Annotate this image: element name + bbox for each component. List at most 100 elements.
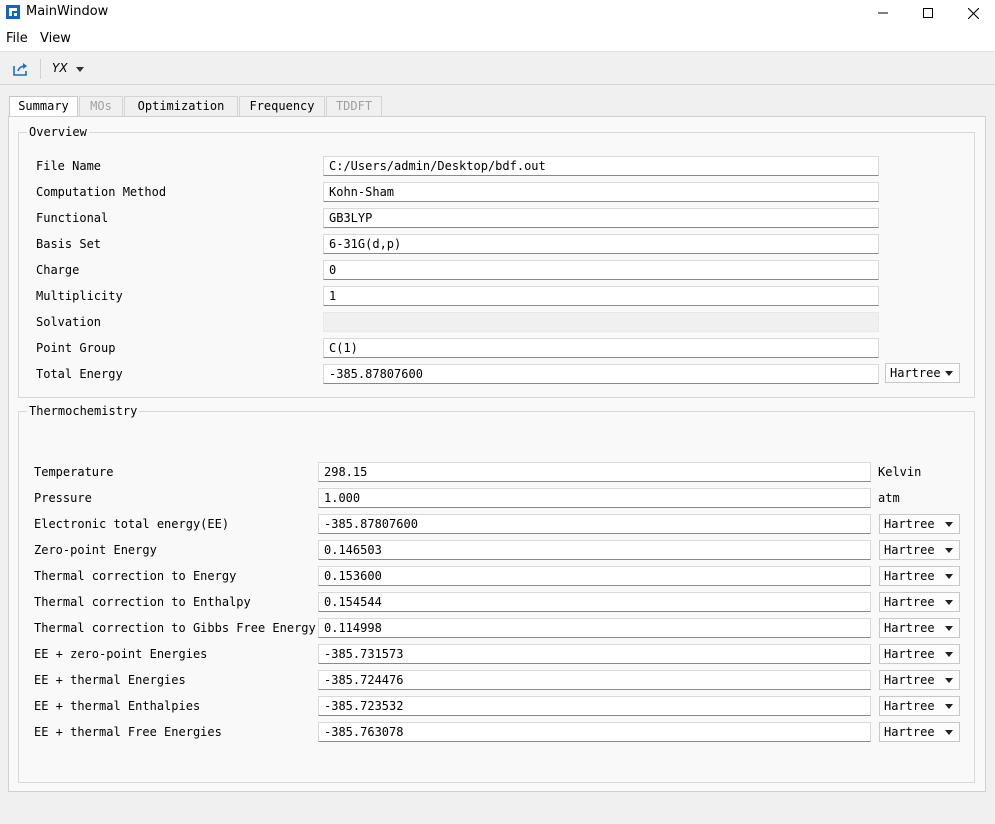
thermal-correction-enthalpy-field[interactable]: 0.154544 [318,592,871,612]
temperature-field[interactable]: 298.15 [318,462,871,482]
unit-select-value: Hartree [884,517,935,531]
row-label: Solvation [36,315,102,329]
chevron-down-icon [945,574,953,579]
row-label: Multiplicity [36,289,123,303]
menu-view[interactable]: View [40,31,71,46]
chevron-down-icon [945,600,953,605]
export-icon [13,63,27,76]
basis-set-field[interactable]: 6-31G(d,p) [323,234,879,254]
chevron-down-icon [945,522,953,527]
axis-selector[interactable]: YX [52,61,68,75]
unit-select-value: Hartree [884,595,935,609]
unit-select-value: Hartree [884,673,935,687]
row-label: EE + thermal Free Energies [34,725,222,739]
row-label: Functional [36,211,109,225]
row-label: EE + zero-point Energies [34,647,208,661]
unit-select-value: Hartree [884,647,935,661]
temperature-unit: Kelvin [878,465,922,479]
tab-mos[interactable]: MOs [79,96,123,116]
unit-select-value: Hartree [884,543,935,557]
ee-thermal-energies-unit-select[interactable]: Hartree [879,670,960,690]
window-title: MainWindow [26,4,109,19]
thermal-correction-gibbs-field[interactable]: 0.114998 [318,618,871,638]
chevron-down-icon [945,704,953,709]
multiplicity-field[interactable]: 1 [323,286,879,306]
overview-group: Overview File Name C:/Users/admin/Deskto… [18,125,975,398]
minimize-button[interactable] [860,0,906,26]
ee-thermal-energies-field[interactable]: -385.724476 [318,670,871,690]
pressure-unit: atm [878,491,900,505]
ee-zero-point-field[interactable]: -385.731573 [318,644,871,664]
unit-select-value: Hartree [884,621,935,635]
menu-file[interactable]: File [6,31,28,46]
toolbar-separator [40,59,41,79]
unit-select-value: Hartree [890,366,941,380]
chevron-down-icon [945,548,953,553]
thermal-correction-energy-unit-select[interactable]: Hartree [879,566,960,586]
tab-tddft[interactable]: TDDFT [326,96,382,116]
electronic-energy-unit-select[interactable]: Hartree [879,514,960,534]
close-button[interactable] [950,0,995,26]
zero-point-energy-field[interactable]: 0.146503 [318,540,871,560]
ee-thermal-enthalpies-unit-select[interactable]: Hartree [879,696,960,716]
minimize-icon [878,12,888,14]
row-label: Pressure [34,491,92,505]
row-label: Electronic total energy(EE) [34,517,230,531]
unit-select-value: Hartree [884,725,935,739]
row-label: File Name [36,159,102,173]
pressure-field[interactable]: 1.000 [318,488,871,508]
row-label: Zero-point Energy [34,543,157,557]
row-label: Basis Set [36,237,102,251]
thermal-correction-gibbs-unit-select[interactable]: Hartree [879,618,960,638]
solvation-field [323,312,879,332]
computation-method-field[interactable]: Kohn-Sham [323,182,879,202]
chevron-down-icon [945,652,953,657]
export-button[interactable] [8,58,34,80]
ee-thermal-free-energies-unit-select[interactable]: Hartree [879,722,960,742]
summary-panel: Overview File Name C:/Users/admin/Deskto… [8,116,986,792]
tab-optimization[interactable]: Optimization [124,96,238,116]
tab-summary[interactable]: Summary [9,96,78,117]
ee-zero-point-unit-select[interactable]: Hartree [879,644,960,664]
total-energy-field[interactable]: -385.87807600 [323,364,879,384]
row-label: EE + thermal Enthalpies [34,699,201,713]
chevron-down-icon[interactable] [76,67,84,72]
row-label: Thermal correction to Energy [34,569,237,583]
row-label: EE + thermal Energies [34,673,186,687]
unit-select-value: Hartree [884,699,935,713]
overview-group-title: Overview [27,125,89,139]
toolbar: YX [0,51,995,85]
file-name-field[interactable]: C:/Users/admin/Desktop/bdf.out [323,156,879,176]
thermal-correction-enthalpy-unit-select[interactable]: Hartree [879,592,960,612]
ee-thermal-free-energies-field[interactable]: -385.763078 [318,722,871,742]
row-label: Temperature [34,465,114,479]
chevron-down-icon [945,371,953,376]
zero-point-energy-unit-select[interactable]: Hartree [879,540,960,560]
row-label: Charge [36,263,80,277]
row-label: Thermal correction to Gibbs Free Energy [34,621,316,635]
total-energy-unit-select[interactable]: Hartree [885,363,960,383]
row-label: Computation Method [36,185,167,199]
electronic-energy-field[interactable]: -385.87807600 [318,514,871,534]
thermochemistry-group: Thermochemistry Temperature 298.15 Kelvi… [18,404,975,783]
row-label: Thermal correction to Enthalpy [34,595,251,609]
unit-select-value: Hartree [884,569,935,583]
chevron-down-icon [945,626,953,631]
charge-field[interactable]: 0 [323,260,879,280]
close-icon [967,7,979,19]
tab-frequency[interactable]: Frequency [239,96,325,116]
thermal-correction-energy-field[interactable]: 0.153600 [318,566,871,586]
row-label: Total Energy [36,367,123,381]
menu-bar: File View [0,26,995,51]
row-label: Point Group [36,341,116,355]
chevron-down-icon [945,730,953,735]
point-group-field[interactable]: C(1) [323,338,879,358]
title-bar: MainWindow [0,0,995,26]
maximize-button[interactable] [905,0,951,26]
functional-field[interactable]: GB3LYP [323,208,879,228]
app-icon [6,5,20,19]
chevron-down-icon [945,678,953,683]
maximize-icon [923,8,933,18]
thermochemistry-group-title: Thermochemistry [27,404,140,418]
ee-thermal-enthalpies-field[interactable]: -385.723532 [318,696,871,716]
